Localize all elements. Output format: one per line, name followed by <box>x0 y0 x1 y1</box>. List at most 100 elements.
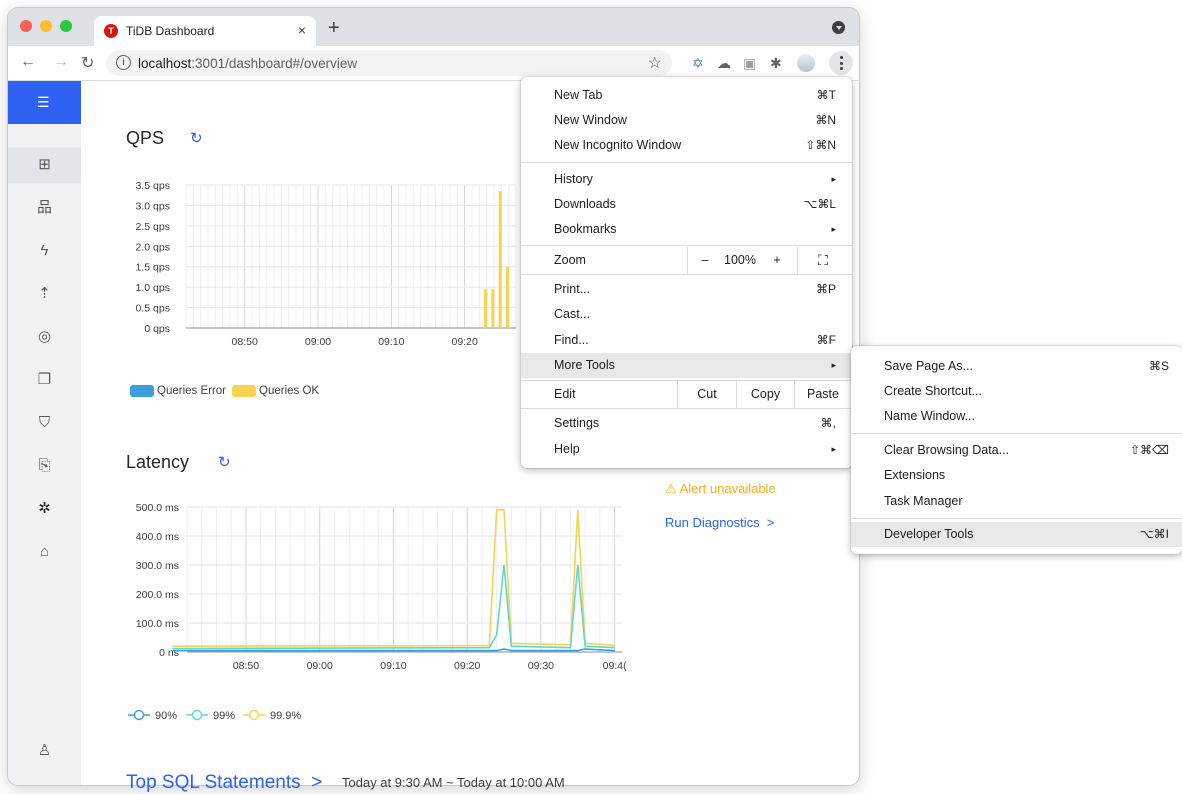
qps-bar-ok <box>484 289 488 328</box>
extensions-puzzle-icon[interactable]: ✱ <box>770 55 782 72</box>
latency-title: Latency <box>126 452 190 472</box>
zoom-window-button[interactable] <box>60 20 72 32</box>
back-icon[interactable]: ← <box>20 53 36 71</box>
top-sql-statements-link[interactable]: Top SQL Statements > <box>126 772 322 794</box>
y-tick-label: 2.5 qps <box>136 221 170 233</box>
qps-reload-icon[interactable]: ↻ <box>190 129 203 147</box>
menu-item-cast[interactable]: Cast... <box>521 302 852 327</box>
bookmark-star-icon[interactable]: ☆ <box>648 53 662 73</box>
submenu-item-save-page[interactable]: Save Page As... ⌘S <box>851 354 1182 379</box>
menu-item-help[interactable]: Help ▸ <box>521 437 852 462</box>
sidebar-item-debug[interactable]: ✲ <box>8 491 81 527</box>
grid-icon: ⊞ <box>38 156 51 173</box>
submenu-item-name-window[interactable]: Name Window... <box>851 404 1182 429</box>
paste-button[interactable]: Paste <box>795 381 851 406</box>
menu-item-new-incognito[interactable]: New Incognito Window ⇧⌘N <box>521 133 852 158</box>
legend-marker <box>191 709 203 721</box>
zoom-out-button[interactable]: – <box>691 247 719 272</box>
sidebar-item-experiment[interactable]: ⌂ <box>8 534 81 570</box>
info-icon[interactable]: i <box>116 55 131 70</box>
submenu-item-developer-tools[interactable]: Developer Tools ⌥⌘I <box>851 522 1182 547</box>
flask-icon: ⌂ <box>39 543 50 560</box>
submenu-arrow-icon: ▸ <box>831 174 836 184</box>
cut-button[interactable]: Cut <box>678 381 736 406</box>
close-window-button[interactable] <box>20 20 32 32</box>
menu-item-history[interactable]: History ▸ <box>521 167 852 192</box>
sidebar-item-user[interactable]: ♙ <box>8 733 81 769</box>
tab-tidb-dashboard[interactable]: T TiDB Dashboard × <box>94 16 316 46</box>
reload-icon[interactable]: ↻ <box>81 53 94 73</box>
sidebar-item-keyviz[interactable]: ◎ <box>8 319 81 355</box>
new-tab-button[interactable]: + <box>328 17 340 40</box>
submenu-item-clear-browsing-data[interactable]: Clear Browsing Data... ⇧⌘⌫ <box>851 438 1182 463</box>
profile-avatar[interactable] <box>797 54 815 72</box>
minimize-window-button[interactable] <box>40 20 52 32</box>
qps-bar-ok <box>491 289 495 328</box>
copy-button[interactable]: Copy <box>737 381 794 406</box>
y-tick-label: 0.5 qps <box>136 303 170 315</box>
menu-item-print[interactable]: Print... ⌘P <box>521 277 852 302</box>
y-tick-label: 200.0 ms <box>136 589 179 601</box>
menu-item-new-window[interactable]: New Window ⌘N <box>521 108 852 133</box>
forward-icon[interactable]: → <box>53 53 69 71</box>
submenu-item-task-manager[interactable]: Task Manager <box>851 489 1182 514</box>
submenu-item-extensions[interactable]: Extensions <box>851 463 1182 488</box>
y-tick-label: 100.0 ms <box>136 618 179 630</box>
latency-reload-icon[interactable]: ↻ <box>218 453 231 471</box>
zoom-in-button[interactable]: + <box>761 247 793 272</box>
menu-item-bookmarks[interactable]: Bookmarks ▸ <box>521 217 852 242</box>
user-icon: ♙ <box>37 742 52 759</box>
qps-chart: 3.5 qps 3.0 qps 2.5 qps 2.0 qps 1.5 qps 1.0 q… <box>136 180 517 348</box>
menu-item-more-tools[interactable]: More Tools ▸ <box>521 353 852 378</box>
menu-item-new-tab[interactable]: New Tab ⌘T <box>521 83 852 108</box>
legend-label-queries-error: Queries Error <box>157 385 227 397</box>
briefcase-icon[interactable]: ▣ <box>743 55 756 72</box>
menu-item-settings[interactable]: Settings ⌘, <box>521 411 852 436</box>
legend-label: 90% <box>155 710 177 722</box>
x-tick-label: 09:4( <box>603 660 627 672</box>
tab-search-icon[interactable] <box>832 21 845 34</box>
sidebar-item-slow-query[interactable]: ⇡ <box>8 276 81 312</box>
sidebar-item-overview[interactable]: ⊞ <box>8 147 81 183</box>
latency-chart: 500.0 ms 400.0 ms 300.0 ms 200.0 ms 100.0 ms… <box>136 502 627 672</box>
menu-item-find[interactable]: Find... ⌘F <box>521 328 852 353</box>
legend-marker <box>133 709 145 721</box>
sidebar-item-statements[interactable]: ❐ <box>8 362 81 398</box>
close-tab-icon[interactable]: × <box>298 22 306 38</box>
menu-item-downloads[interactable]: Downloads ⌥⌘L <box>521 192 852 217</box>
legend-swatch-queries-ok <box>232 385 256 397</box>
latency-legend: 90% 99% 99.9% <box>128 709 301 722</box>
sidebar-collapse-button[interactable]: ☰ <box>8 81 81 124</box>
shield-check-icon: ⛉ <box>38 414 51 431</box>
menu-collapse-icon: ☰ <box>37 94 50 110</box>
y-tick-label: 300.0 ms <box>136 560 179 572</box>
y-tick-label: 400.0 ms <box>136 531 179 543</box>
y-tick-label: 1.0 qps <box>136 282 170 294</box>
bug-icon: ✲ <box>38 500 51 517</box>
sidebar-item-cluster-info[interactable]: 品 <box>8 190 81 226</box>
fullscreen-icon[interactable]: ⛶ <box>801 247 845 272</box>
extension-gem-icon[interactable]: ✡ <box>692 55 704 72</box>
chrome-menu-button[interactable] <box>829 51 853 75</box>
sidebar-item-diagnose[interactable]: ⛉ <box>8 405 81 441</box>
cluster-icon: 品 <box>36 199 52 216</box>
address-bar[interactable]: i localhost:3001/dashboard#/overview ☆ <box>106 50 672 76</box>
alert-unavailable: ⚠ Alert unavailable <box>665 481 776 496</box>
run-diagnostics-link[interactable]: Run Diagnostics > <box>665 515 774 530</box>
legend-label: 99.9% <box>270 710 301 722</box>
title-bar: T TiDB Dashboard × + <box>8 8 859 46</box>
sidebar-item-logs[interactable]: ⎘ <box>8 448 81 484</box>
more-tools-submenu: Save Page As... ⌘S Create Shortcut... Nam… <box>851 346 1182 554</box>
submenu-item-create-shortcut[interactable]: Create Shortcut... <box>851 379 1182 404</box>
copy-icon: ❐ <box>37 371 52 388</box>
submenu-arrow-icon: ▸ <box>831 444 836 454</box>
menu-item-zoom: Zoom – 100% + ⛶ <box>521 247 852 274</box>
cloud-icon[interactable]: ☁ <box>717 55 731 72</box>
rocket-icon: ⇡ <box>38 285 51 302</box>
chrome-main-menu: New Tab ⌘T New Window ⌘N New Incognito Win… <box>521 77 852 468</box>
url-text: localhost:3001/dashboard#/overview <box>138 56 358 71</box>
y-tick-label: 500.0 ms <box>136 502 179 514</box>
sidebar-item-topsql[interactable]: ϟ <box>8 233 81 269</box>
x-tick-label: 09:00 <box>305 336 331 348</box>
eye-icon: ◎ <box>37 328 52 345</box>
